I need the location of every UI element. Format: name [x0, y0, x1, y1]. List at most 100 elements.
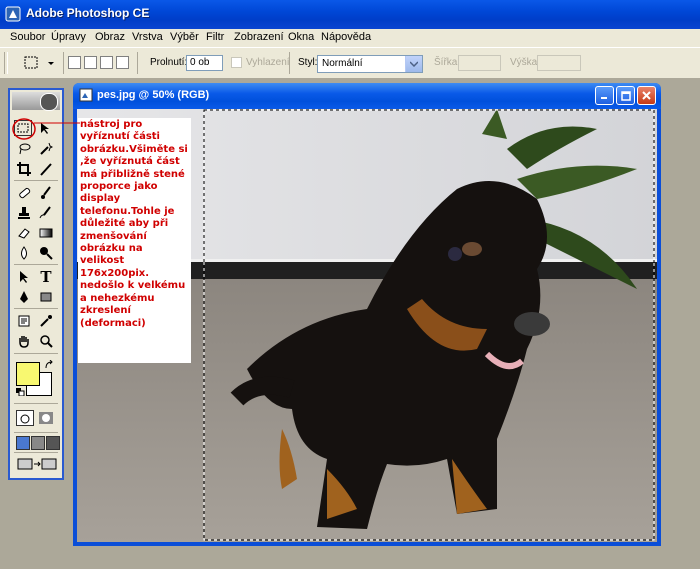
style-select[interactable]: Normální — [317, 55, 423, 73]
brush-tool[interactable] — [36, 184, 56, 202]
menu-filtr[interactable]: Filtr — [206, 31, 224, 43]
quick-mask-button[interactable] — [38, 410, 56, 426]
antialias-checkbox[interactable] — [231, 57, 242, 68]
separator — [14, 452, 58, 453]
crop-tool[interactable] — [14, 160, 34, 178]
dodge-icon — [40, 247, 53, 260]
app-titlebar[interactable]: Adobe Photoshop CE — [0, 0, 700, 29]
height-label: Výška: — [510, 57, 541, 68]
screen-mode-standard-button[interactable] — [16, 436, 30, 450]
document-titlebar[interactable]: pes.jpg @ 50% (RGB) — [73, 83, 661, 109]
blur-tool[interactable] — [14, 244, 34, 262]
width-input[interactable] — [458, 55, 501, 71]
brush-icon — [41, 186, 51, 199]
menu-bar: Soubor Úpravy Obraz Vrstva Výběr Filtr Z… — [0, 29, 700, 47]
document-title: pes.jpg @ 50% (RGB) — [97, 89, 210, 101]
shape-tool[interactable] — [36, 288, 56, 306]
eraser-tool[interactable] — [14, 224, 34, 242]
minimize-button[interactable] — [595, 86, 614, 105]
bandage-icon — [19, 187, 31, 199]
photoshop-eye-icon[interactable] — [40, 93, 58, 111]
history-brush-icon — [39, 206, 51, 219]
style-label: Styl: — [298, 57, 318, 68]
close-icon — [642, 91, 651, 100]
maximize-button[interactable] — [616, 86, 635, 105]
app-title: Adobe Photoshop CE — [26, 6, 150, 20]
jump-to-button[interactable] — [16, 456, 58, 472]
photoshop-icon — [5, 6, 21, 22]
dodge-tool[interactable] — [36, 244, 56, 262]
maximize-icon — [620, 90, 631, 101]
note-icon — [18, 315, 30, 327]
eyedropper-tool[interactable] — [36, 312, 56, 330]
healing-brush-tool[interactable] — [14, 184, 34, 202]
feather-input[interactable]: 0 ob — [186, 55, 223, 71]
separator — [289, 52, 290, 74]
pen-icon — [20, 291, 28, 303]
pen-tool[interactable] — [14, 288, 34, 306]
menu-soubor[interactable]: Soubor — [10, 31, 45, 43]
feather-label: Prolnutí: — [150, 57, 188, 68]
slice-tool[interactable] — [36, 160, 56, 178]
separator — [14, 432, 58, 433]
menu-okna[interactable]: Okna — [288, 31, 314, 43]
hand-tool[interactable] — [14, 332, 34, 350]
close-button[interactable] — [637, 86, 656, 105]
clone-stamp-tool[interactable] — [14, 204, 34, 222]
style-dropdown-button[interactable] — [405, 56, 422, 72]
history-brush-tool[interactable] — [36, 204, 56, 222]
options-bar: Prolnutí: 0 ob Vyhlazení Styl: Normální … — [0, 47, 700, 79]
intersect-selection-button[interactable] — [116, 56, 129, 69]
height-input[interactable] — [537, 55, 581, 71]
screen-mode-full-button[interactable] — [46, 436, 60, 450]
menu-upravy[interactable]: Úpravy — [51, 31, 86, 43]
minimize-icon — [601, 97, 607, 99]
separator — [63, 52, 64, 74]
separator — [14, 308, 58, 309]
default-colors-icon[interactable] — [16, 388, 26, 396]
eraser-icon — [18, 228, 30, 239]
annotation-highlight-circle — [12, 118, 80, 140]
add-selection-button[interactable] — [84, 56, 97, 69]
screen-mode-menubar-button[interactable] — [31, 436, 45, 450]
zoom-tool[interactable] — [36, 332, 56, 350]
menu-vyber[interactable]: Výběr — [170, 31, 199, 43]
document-icon — [79, 88, 93, 102]
toolbox-header[interactable] — [12, 92, 60, 111]
options-grip[interactable] — [4, 52, 8, 74]
new-selection-button[interactable] — [68, 56, 81, 69]
menu-napoveda[interactable]: Nápověda — [321, 31, 371, 43]
hand-icon — [19, 336, 29, 348]
width-label: Šířka: — [434, 57, 461, 68]
eyedropper-icon — [40, 315, 52, 327]
type-tool[interactable]: T — [36, 268, 56, 286]
gradient-icon — [39, 228, 53, 238]
drop-icon — [21, 246, 27, 260]
quick-mask-icon — [39, 412, 53, 424]
menu-vrstva[interactable]: Vrstva — [132, 31, 163, 43]
stamp-icon — [18, 207, 30, 219]
subtract-selection-button[interactable] — [100, 56, 113, 69]
menu-zobrazeni[interactable]: Zobrazení — [234, 31, 284, 43]
tool-preset-picker[interactable] — [14, 51, 58, 75]
type-t-icon: T — [40, 268, 52, 286]
menu-obraz[interactable]: Obraz — [95, 31, 125, 43]
marquee-preset-icon — [24, 56, 54, 69]
separator — [14, 264, 58, 265]
standard-mode-button[interactable] — [16, 410, 34, 426]
standard-mode-icon — [20, 414, 30, 424]
crop-icon — [17, 162, 31, 176]
separator — [14, 180, 58, 181]
antialias-label: Vyhlazení — [246, 57, 290, 68]
foreground-color-swatch[interactable] — [16, 362, 40, 386]
arrow-pointer-icon — [20, 271, 28, 283]
magnifier-icon — [40, 335, 53, 348]
gradient-tool[interactable] — [36, 224, 56, 242]
separator — [14, 353, 58, 354]
style-value: Normální — [322, 58, 363, 69]
notes-tool[interactable] — [14, 312, 34, 330]
path-selection-tool[interactable] — [14, 268, 34, 286]
swap-colors-icon[interactable] — [44, 360, 56, 370]
slice-icon — [40, 163, 52, 176]
annotation-note: nástroj pro vyříznutí části obrázku.Všim… — [78, 118, 191, 363]
